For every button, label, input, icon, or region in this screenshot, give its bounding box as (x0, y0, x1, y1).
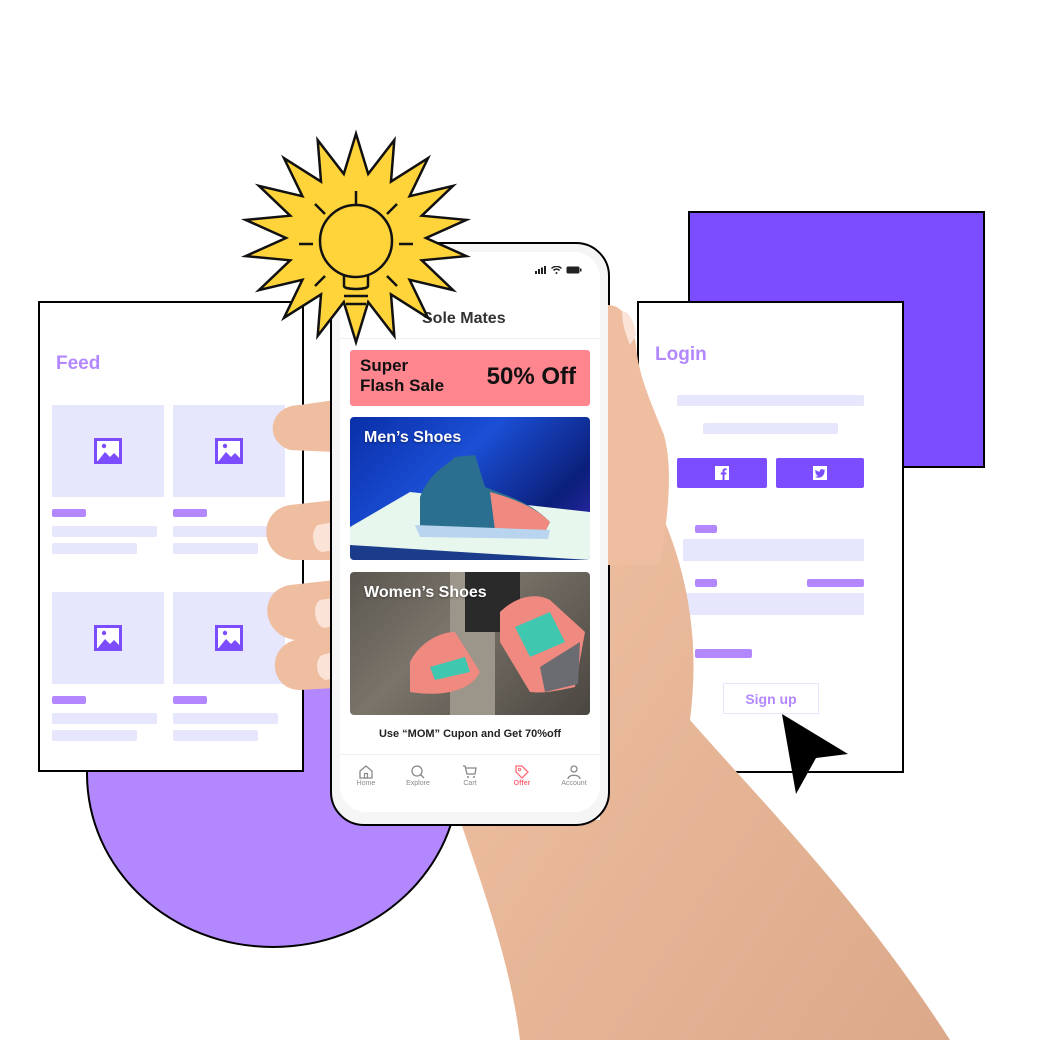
bottom-nav: Home Explore Cart Offer Account (340, 764, 600, 787)
category-label: Women’s Shoes (364, 584, 487, 601)
signup-button[interactable]: Sign up (723, 683, 819, 714)
nav-cart[interactable]: Cart (445, 764, 495, 787)
forgot-password-link[interactable] (807, 579, 864, 587)
item-line (173, 543, 258, 554)
image-placeholder-icon (94, 438, 122, 464)
nav-label: Explore (406, 780, 430, 787)
tag-icon (515, 765, 529, 779)
facebook-login-button[interactable] (677, 458, 767, 488)
coupon-text: Use “MOM” Cupon and Get 70%off (378, 728, 562, 740)
field-label (695, 525, 717, 533)
image-placeholder-icon (94, 625, 122, 651)
item-tag (173, 696, 207, 704)
password-field[interactable] (683, 593, 864, 615)
item-line (52, 526, 157, 537)
thumb-illustration (608, 305, 669, 565)
field-label (695, 579, 717, 587)
image-placeholder-icon (215, 625, 243, 651)
home-icon (359, 765, 373, 779)
feed-item[interactable] (173, 592, 285, 741)
cursor-arrow-icon (782, 714, 848, 794)
user-icon (567, 765, 581, 780)
image-placeholder-icon (215, 438, 243, 464)
battery-icon (566, 266, 582, 274)
item-line (173, 713, 278, 724)
banner-heading: Super Flash Sale (360, 356, 444, 396)
item-line (52, 730, 137, 741)
category-womens-shoes[interactable]: Women’s Shoes (350, 572, 590, 715)
image-placeholder (52, 405, 164, 497)
nav-label: Offer (513, 780, 531, 787)
banner-line2: Flash Sale (360, 376, 445, 395)
status-bar (535, 266, 582, 274)
feed-item[interactable] (52, 405, 164, 554)
item-tag (173, 509, 207, 517)
flash-sale-banner[interactable]: Super Flash Sale 50% Off (350, 350, 590, 406)
login-subtitle-line (703, 423, 838, 434)
feed-item[interactable] (173, 405, 285, 554)
item-line (173, 730, 258, 741)
search-icon (411, 765, 425, 779)
twitter-login-button[interactable] (776, 458, 864, 488)
item-line (52, 713, 157, 724)
image-placeholder (52, 592, 164, 684)
item-tag (52, 696, 86, 704)
item-line (52, 543, 137, 554)
category-label: Men’s Shoes (364, 429, 462, 446)
login-submit-button[interactable] (695, 649, 752, 658)
image-placeholder (173, 405, 285, 497)
cart-icon (463, 765, 477, 778)
twitter-icon (813, 466, 827, 480)
nav-explore[interactable]: Explore (393, 764, 443, 787)
banner-discount: 50% Off (486, 363, 576, 390)
login-subtitle-line (677, 395, 864, 406)
feed-title: Feed (56, 353, 101, 374)
nav-divider (340, 754, 600, 755)
category-mens-shoes[interactable]: Men’s Shoes (350, 417, 590, 560)
facebook-icon (715, 466, 729, 480)
nav-label: Cart (463, 780, 477, 787)
nav-home[interactable]: Home (341, 764, 391, 787)
item-line (173, 526, 278, 537)
nav-offer[interactable]: Offer (497, 764, 547, 787)
wifi-icon (551, 266, 562, 274)
feed-card: Feed (38, 301, 304, 772)
signal-icon (535, 266, 546, 274)
idea-starburst (240, 129, 472, 346)
banner-line1: Super (360, 356, 409, 375)
email-field[interactable] (683, 539, 864, 561)
nav-account[interactable]: Account (549, 764, 599, 787)
nav-label: Account (561, 780, 587, 787)
feed-item[interactable] (52, 592, 164, 741)
item-tag (52, 509, 86, 517)
image-placeholder (173, 592, 285, 684)
nav-label: Home (356, 780, 376, 787)
